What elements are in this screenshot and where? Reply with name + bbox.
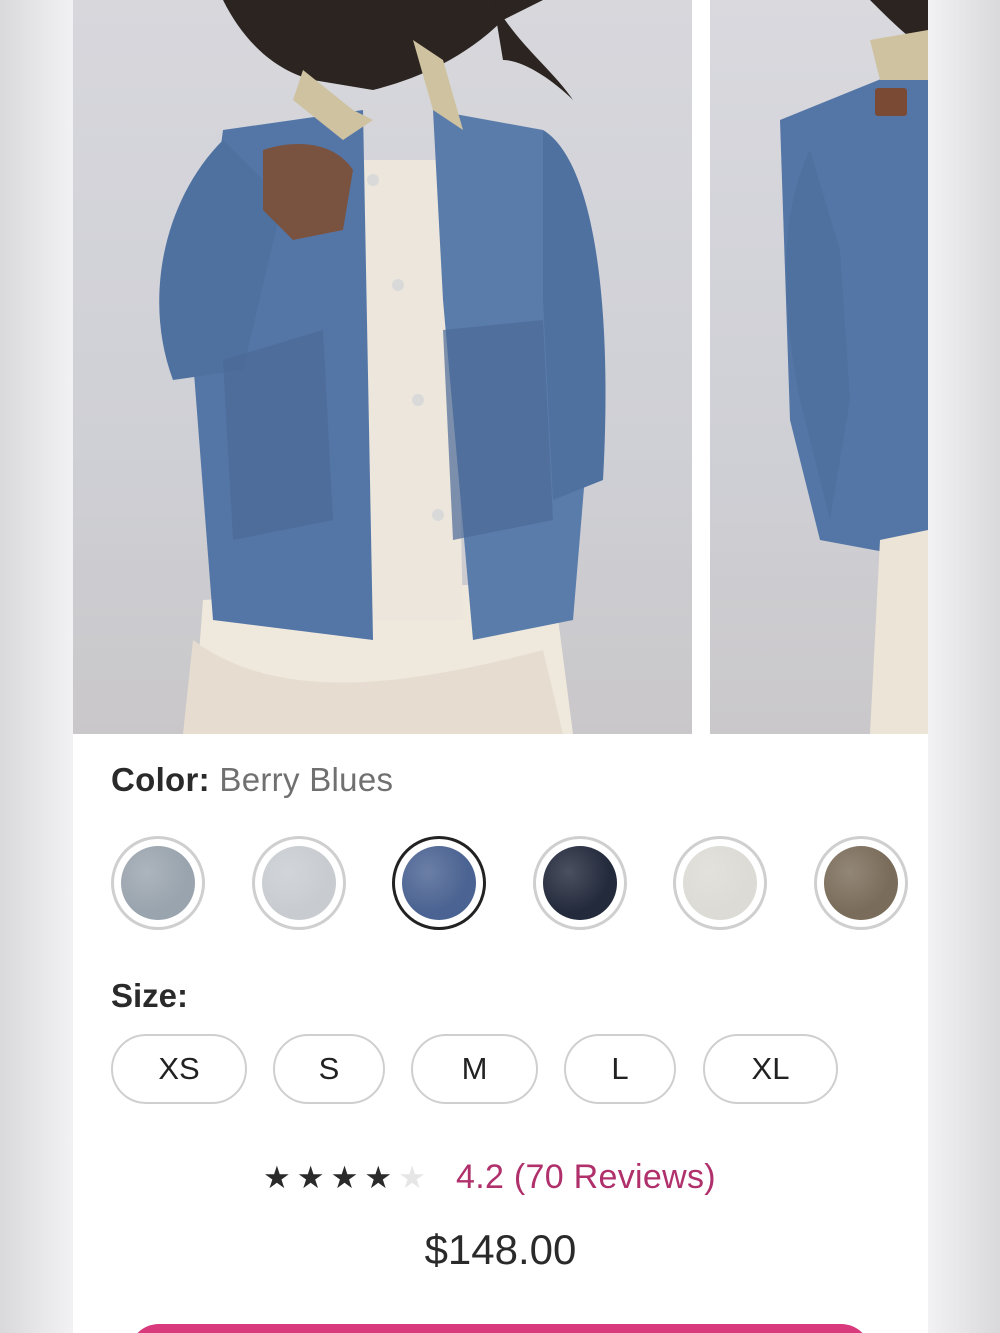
product-image-gallery[interactable] — [73, 0, 928, 734]
star-icon: ★ — [296, 1159, 325, 1195]
star-icon: ★ — [364, 1159, 393, 1195]
size-button-s[interactable]: S — [273, 1034, 385, 1104]
swatch-fabric-image — [402, 846, 476, 920]
swatch-fabric-image — [121, 846, 195, 920]
color-swatch-light-wash-denim[interactable] — [111, 836, 205, 930]
product-rating: ★ ★ ★ ★ ★ 4.2 (70 Reviews) — [263, 1152, 716, 1202]
swatch-fabric-image — [823, 846, 898, 920]
color-swatch-ivory[interactable] — [673, 836, 767, 930]
size-button-xl[interactable]: XL — [703, 1034, 838, 1104]
color-selector-label: Color: Berry Blues — [111, 761, 393, 799]
reviews-link[interactable]: 4.2 (70 Reviews) — [456, 1158, 716, 1197]
color-swatch-list — [111, 836, 911, 932]
color-swatch-dark-indigo[interactable] — [532, 836, 627, 930]
star-icon: ★ — [330, 1159, 359, 1195]
add-to-basket-button[interactable] — [129, 1324, 871, 1333]
product-price: $148.00 — [424, 1226, 577, 1273]
color-label: Color: — [111, 761, 210, 798]
product-photo-front[interactable] — [73, 0, 692, 734]
size-label: Size: — [111, 977, 189, 1014]
product-page: Color: Berry Blues Size: XS S M L XL ★ ★ ★… — [73, 0, 928, 1333]
size-button-xs[interactable]: XS — [111, 1034, 247, 1104]
color-swatch-bleached-denim[interactable] — [251, 836, 346, 930]
swatch-fabric-image — [261, 846, 336, 920]
color-swatch-olive-taupe[interactable] — [813, 836, 908, 930]
selected-color-name: Berry Blues — [219, 761, 394, 798]
color-swatch-berry-blues[interactable] — [392, 836, 486, 930]
size-button-l[interactable]: L — [564, 1034, 676, 1104]
rating-stars: ★ ★ ★ ★ ★ — [263, 1162, 426, 1193]
swatch-fabric-image — [683, 846, 757, 920]
size-button-m[interactable]: M — [411, 1034, 538, 1104]
star-icon: ★ — [263, 1159, 291, 1195]
swatch-fabric-image — [542, 846, 617, 920]
product-photo-back[interactable] — [710, 0, 928, 734]
star-icon: ★ — [398, 1159, 426, 1195]
